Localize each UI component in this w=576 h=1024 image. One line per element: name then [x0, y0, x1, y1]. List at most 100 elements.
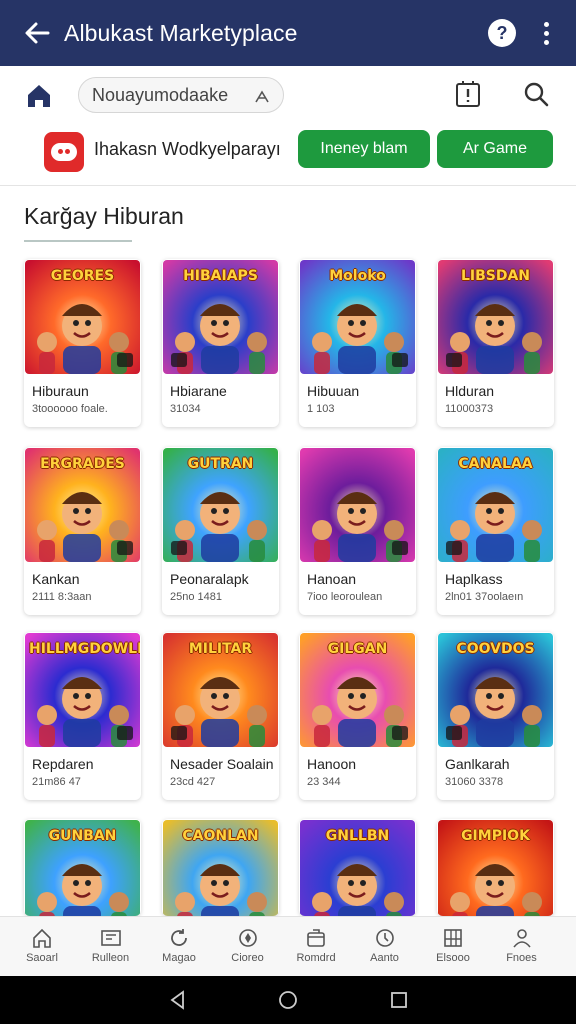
game-card[interactable]: GILGAN Hanoon 23 344: [299, 632, 416, 800]
game-subtitle: 21m86 47: [32, 776, 81, 788]
game-thumbnail: COOVDOS: [438, 633, 553, 747]
game-title: Peonaralapk: [170, 571, 249, 587]
nav-label: Magao: [162, 952, 196, 964]
game-subtitle: 23 344: [307, 776, 341, 788]
game-art-title: Moloko: [329, 268, 386, 284]
platform-badge-icon: [117, 541, 133, 555]
bottom-navigation: Saoarl Rulleon Magao Cioreo Romdrd Aanto Elsoo…: [0, 916, 576, 976]
game-thumbnail: GIMPIOK: [438, 820, 553, 916]
game-art-title: GUTRAN: [187, 456, 254, 472]
game-thumbnail: GEORES: [25, 260, 140, 374]
nav-label: Romdrd: [296, 952, 336, 964]
game-card[interactable]: GEORES Hiburaun 3toooooo foale.: [24, 259, 141, 427]
game-card[interactable]: GIMPIOK: [437, 819, 554, 916]
game-thumbnail: CANALAA: [438, 448, 553, 562]
game-subtitle: 23cd 427: [170, 776, 216, 788]
recents-square-icon[interactable]: [389, 990, 409, 1010]
nav-label: Aanto: [370, 952, 399, 964]
nav-label: Cioreo: [231, 952, 264, 964]
game-card[interactable]: CAONLAN: [162, 819, 279, 916]
nav-item[interactable]: Cioreo: [212, 917, 284, 977]
game-subtitle: 2111 8:3aan: [32, 591, 92, 603]
game-thumbnail: [300, 448, 415, 562]
game-card[interactable]: ERGRADES Kankan 2111 8:3aan: [24, 447, 141, 615]
game-art-title: CAONLAN: [182, 828, 259, 844]
game-card[interactable]: HILLMGDOWLE Repdaren 21m86 47: [24, 632, 141, 800]
game-thumbnail: GNLLBN: [300, 820, 415, 916]
game-card[interactable]: GUTRAN Peonaralapk 25no 1481: [162, 447, 279, 615]
game-subtitle: 3toooooo foale.: [32, 403, 108, 415]
game-thumbnail: LIBSDAN: [438, 260, 553, 374]
game-thumbnail: GILGAN: [300, 633, 415, 747]
game-subtitle: 25no 1481: [170, 591, 222, 603]
package-icon: [307, 929, 325, 947]
game-art-title: CANALAA: [458, 456, 533, 472]
game-thumbnail: GUNBAN: [25, 820, 140, 916]
platform-badge-icon: [446, 541, 462, 555]
game-art-title: GILGAN: [327, 641, 388, 657]
game-card[interactable]: CANALAA Haplkass 2ln01 37oolaeın: [437, 447, 554, 615]
nav-label: Rulleon: [91, 952, 130, 964]
game-grid: GEORES Hiburaun 3toooooo foale. HIBAIAPS Hbi…: [0, 0, 576, 1024]
game-card[interactable]: GUNBAN: [24, 819, 141, 916]
game-title: Kankan: [32, 571, 80, 587]
home-icon: [33, 928, 51, 948]
platform-badge-icon: [392, 353, 408, 367]
game-art-title: COOVDOS: [456, 641, 535, 657]
game-art-title: GIMPIOK: [461, 828, 530, 844]
game-card[interactable]: COOVDOS Ganlkarah 31060 3378: [437, 632, 554, 800]
game-title: Hibuuan: [307, 383, 360, 399]
platform-badge-icon: [446, 726, 462, 740]
platform-badge-icon: [171, 353, 187, 367]
platform-badge-icon: [117, 353, 133, 367]
nav-item[interactable]: Aanto: [349, 917, 421, 977]
game-art-title: GEORES: [50, 268, 115, 284]
game-thumbnail: HILLMGDOWLE: [25, 633, 140, 747]
game-thumbnail: MILITAR: [163, 633, 278, 747]
person-icon: [512, 929, 531, 948]
game-thumbnail: Moloko: [300, 260, 415, 374]
game-art-title: HILLMGDOWLE: [29, 641, 140, 657]
game-subtitle: 1 103: [307, 403, 335, 415]
game-title: Hbiarane: [170, 383, 227, 399]
game-title: Hanoon: [307, 756, 357, 772]
nav-item[interactable]: Fnoes: [486, 917, 558, 977]
nav-item[interactable]: Rulleon: [75, 917, 147, 977]
nav-label: Fnoes: [506, 952, 537, 964]
game-card[interactable]: MILITAR Nesader Soalain 23cd 427: [162, 632, 279, 800]
game-thumbnail: HIBAIAPS: [163, 260, 278, 374]
game-thumbnail: CAONLAN: [163, 820, 278, 916]
home-circle-icon[interactable]: [278, 990, 298, 1010]
game-title: Repdaren: [32, 756, 94, 772]
game-thumbnail: GUTRAN: [163, 448, 278, 562]
game-card[interactable]: Moloko Hibuuan 1 103: [299, 259, 416, 427]
game-art-title: ERGRADES: [40, 456, 125, 472]
nav-item[interactable]: Magao: [143, 917, 215, 977]
game-title: Nesader Soalain: [170, 756, 274, 772]
game-title: Haplkass: [445, 571, 503, 587]
game-subtitle: 31034: [170, 403, 201, 415]
game-title: Hlduran: [445, 383, 495, 399]
platform-badge-icon: [117, 726, 133, 740]
game-subtitle: 31060 3378: [445, 776, 504, 788]
nav-item[interactable]: Romdrd: [280, 917, 352, 977]
platform-badge-icon: [392, 726, 408, 740]
platform-badge-icon: [171, 726, 187, 740]
nav-item[interactable]: Elsooo: [417, 917, 489, 977]
game-art-title: MILITAR: [188, 641, 253, 657]
game-card[interactable]: Hanoan 7ioo leoroulean: [299, 447, 416, 615]
game-card[interactable]: HIBAIAPS Hbiarane 31034: [162, 259, 279, 427]
platform-badge-icon: [392, 541, 408, 555]
back-triangle-icon[interactable]: [168, 990, 188, 1010]
game-card[interactable]: LIBSDAN Hlduran 11000373: [437, 259, 554, 427]
library-icon: [100, 930, 121, 946]
game-title: Hanoan: [307, 571, 357, 587]
game-subtitle: 7ioo leoroulean: [307, 591, 383, 603]
game-card[interactable]: GNLLBN: [299, 819, 416, 916]
game-art-title: HIBAIAPS: [183, 268, 258, 284]
compass-icon: [238, 929, 257, 947]
nav-item[interactable]: Saoarl: [6, 917, 78, 977]
game-title: Ganlkarah: [445, 756, 510, 772]
game-art-title: GNLLBN: [325, 828, 390, 844]
nav-label: Saoarl: [26, 952, 58, 964]
